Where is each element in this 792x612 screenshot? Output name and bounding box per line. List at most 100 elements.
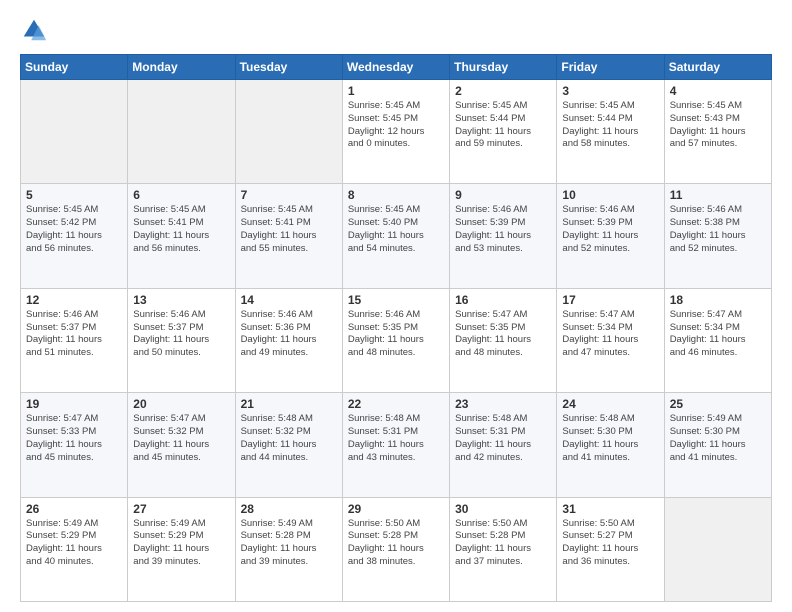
header-cell: Saturday	[664, 55, 771, 80]
day-info: Sunrise: 5:49 AM Sunset: 5:29 PM Dayligh…	[133, 518, 229, 569]
calendar-row: 12 Sunrise: 5:46 AM Sunset: 5:37 PM Dayli…	[21, 288, 772, 392]
day-number: 7	[241, 188, 337, 202]
calendar-cell: 20 Sunrise: 5:47 AM Sunset: 5:32 PM Dayli…	[128, 393, 235, 497]
day-info: Sunrise: 5:47 AM Sunset: 5:34 PM Dayligh…	[670, 309, 766, 360]
day-number: 5	[26, 188, 122, 202]
day-info: Sunrise: 5:47 AM Sunset: 5:34 PM Dayligh…	[562, 309, 658, 360]
header-row: SundayMondayTuesdayWednesdayThursdayFrid…	[21, 55, 772, 80]
header	[20, 16, 772, 44]
day-info: Sunrise: 5:45 AM Sunset: 5:40 PM Dayligh…	[348, 204, 444, 255]
day-number: 21	[241, 397, 337, 411]
day-info: Sunrise: 5:46 AM Sunset: 5:38 PM Dayligh…	[670, 204, 766, 255]
calendar-cell: 3 Sunrise: 5:45 AM Sunset: 5:44 PM Daylig…	[557, 80, 664, 184]
calendar-cell: 24 Sunrise: 5:48 AM Sunset: 5:30 PM Dayli…	[557, 393, 664, 497]
header-cell: Monday	[128, 55, 235, 80]
calendar-cell: 1 Sunrise: 5:45 AM Sunset: 5:45 PM Daylig…	[342, 80, 449, 184]
day-number: 10	[562, 188, 658, 202]
calendar-cell	[128, 80, 235, 184]
page: SundayMondayTuesdayWednesdayThursdayFrid…	[0, 0, 792, 612]
calendar-cell: 25 Sunrise: 5:49 AM Sunset: 5:30 PM Dayli…	[664, 393, 771, 497]
calendar-cell: 8 Sunrise: 5:45 AM Sunset: 5:40 PM Daylig…	[342, 184, 449, 288]
day-info: Sunrise: 5:45 AM Sunset: 5:45 PM Dayligh…	[348, 100, 444, 151]
calendar-cell: 11 Sunrise: 5:46 AM Sunset: 5:38 PM Dayli…	[664, 184, 771, 288]
day-info: Sunrise: 5:47 AM Sunset: 5:32 PM Dayligh…	[133, 413, 229, 464]
calendar-cell: 19Sunrise: 5:47 AM Sunset: 5:33 PM Dayli…	[21, 393, 128, 497]
day-info: Sunrise: 5:46 AM Sunset: 5:37 PM Dayligh…	[26, 309, 122, 360]
header-cell: Thursday	[450, 55, 557, 80]
day-info: Sunrise: 5:45 AM Sunset: 5:42 PM Dayligh…	[26, 204, 122, 255]
day-number: 17	[562, 293, 658, 307]
day-info: Sunrise: 5:46 AM Sunset: 5:35 PM Dayligh…	[348, 309, 444, 360]
day-info: Sunrise: 5:45 AM Sunset: 5:41 PM Dayligh…	[133, 204, 229, 255]
calendar-cell: 30 Sunrise: 5:50 AM Sunset: 5:28 PM Dayli…	[450, 497, 557, 601]
calendar-cell	[21, 80, 128, 184]
day-number: 20	[133, 397, 229, 411]
day-number: 13	[133, 293, 229, 307]
day-number: 18	[670, 293, 766, 307]
day-info: Sunrise: 5:48 AM Sunset: 5:31 PM Dayligh…	[455, 413, 551, 464]
day-number: 30	[455, 502, 551, 516]
day-info: Sunrise: 5:49 AM Sunset: 5:30 PM Dayligh…	[670, 413, 766, 464]
calendar-cell: 27 Sunrise: 5:49 AM Sunset: 5:29 PM Dayli…	[128, 497, 235, 601]
day-number: 19	[26, 397, 122, 411]
calendar-row: 19Sunrise: 5:47 AM Sunset: 5:33 PM Dayli…	[21, 393, 772, 497]
calendar-cell	[235, 80, 342, 184]
calendar-cell: 15 Sunrise: 5:46 AM Sunset: 5:35 PM Dayli…	[342, 288, 449, 392]
day-info: Sunrise: 5:48 AM Sunset: 5:30 PM Dayligh…	[562, 413, 658, 464]
calendar-cell: 14Sunrise: 5:46 AM Sunset: 5:36 PM Dayli…	[235, 288, 342, 392]
logo-icon	[20, 16, 48, 44]
calendar-cell: 4Sunrise: 5:45 AM Sunset: 5:43 PM Daylig…	[664, 80, 771, 184]
day-number: 29	[348, 502, 444, 516]
calendar-cell: 12 Sunrise: 5:46 AM Sunset: 5:37 PM Dayli…	[21, 288, 128, 392]
calendar-cell: 13 Sunrise: 5:46 AM Sunset: 5:37 PM Dayli…	[128, 288, 235, 392]
calendar-row: 5 Sunrise: 5:45 AM Sunset: 5:42 PM Daylig…	[21, 184, 772, 288]
calendar-cell	[664, 497, 771, 601]
day-info: Sunrise: 5:49 AM Sunset: 5:29 PM Dayligh…	[26, 518, 122, 569]
day-info: Sunrise: 5:46 AM Sunset: 5:37 PM Dayligh…	[133, 309, 229, 360]
day-info: Sunrise: 5:48 AM Sunset: 5:31 PM Dayligh…	[348, 413, 444, 464]
day-info: Sunrise: 5:48 AM Sunset: 5:32 PM Dayligh…	[241, 413, 337, 464]
day-number: 28	[241, 502, 337, 516]
day-number: 25	[670, 397, 766, 411]
day-number: 3	[562, 84, 658, 98]
calendar-table: SundayMondayTuesdayWednesdayThursdayFrid…	[20, 54, 772, 602]
day-info: Sunrise: 5:50 AM Sunset: 5:28 PM Dayligh…	[348, 518, 444, 569]
day-number: 22	[348, 397, 444, 411]
day-info: Sunrise: 5:49 AM Sunset: 5:28 PM Dayligh…	[241, 518, 337, 569]
day-info: Sunrise: 5:50 AM Sunset: 5:27 PM Dayligh…	[562, 518, 658, 569]
calendar-cell: 23Sunrise: 5:48 AM Sunset: 5:31 PM Dayli…	[450, 393, 557, 497]
day-number: 11	[670, 188, 766, 202]
day-number: 27	[133, 502, 229, 516]
calendar-cell: 2Sunrise: 5:45 AM Sunset: 5:44 PM Daylig…	[450, 80, 557, 184]
day-info: Sunrise: 5:47 AM Sunset: 5:35 PM Dayligh…	[455, 309, 551, 360]
calendar-cell: 17 Sunrise: 5:47 AM Sunset: 5:34 PM Dayli…	[557, 288, 664, 392]
calendar-cell: 9 Sunrise: 5:46 AM Sunset: 5:39 PM Daylig…	[450, 184, 557, 288]
day-number: 16	[455, 293, 551, 307]
calendar-row: 1 Sunrise: 5:45 AM Sunset: 5:45 PM Daylig…	[21, 80, 772, 184]
day-info: Sunrise: 5:45 AM Sunset: 5:41 PM Dayligh…	[241, 204, 337, 255]
day-info: Sunrise: 5:46 AM Sunset: 5:39 PM Dayligh…	[455, 204, 551, 255]
calendar-cell: 22 Sunrise: 5:48 AM Sunset: 5:31 PM Dayli…	[342, 393, 449, 497]
day-number: 12	[26, 293, 122, 307]
day-number: 4	[670, 84, 766, 98]
day-number: 24	[562, 397, 658, 411]
calendar-cell: 29 Sunrise: 5:50 AM Sunset: 5:28 PM Dayli…	[342, 497, 449, 601]
day-info: Sunrise: 5:50 AM Sunset: 5:28 PM Dayligh…	[455, 518, 551, 569]
logo	[20, 16, 52, 44]
header-cell: Sunday	[21, 55, 128, 80]
calendar-row: 26 Sunrise: 5:49 AM Sunset: 5:29 PM Dayli…	[21, 497, 772, 601]
day-number: 9	[455, 188, 551, 202]
day-number: 8	[348, 188, 444, 202]
day-number: 1	[348, 84, 444, 98]
calendar-cell: 16 Sunrise: 5:47 AM Sunset: 5:35 PM Dayli…	[450, 288, 557, 392]
day-info: Sunrise: 5:45 AM Sunset: 5:44 PM Dayligh…	[562, 100, 658, 151]
day-number: 26	[26, 502, 122, 516]
day-info: Sunrise: 5:46 AM Sunset: 5:39 PM Dayligh…	[562, 204, 658, 255]
header-cell: Wednesday	[342, 55, 449, 80]
calendar-cell: 31Sunrise: 5:50 AM Sunset: 5:27 PM Dayli…	[557, 497, 664, 601]
calendar-cell: 6Sunrise: 5:45 AM Sunset: 5:41 PM Daylig…	[128, 184, 235, 288]
calendar-cell: 5 Sunrise: 5:45 AM Sunset: 5:42 PM Daylig…	[21, 184, 128, 288]
day-number: 15	[348, 293, 444, 307]
calendar-cell: 28 Sunrise: 5:49 AM Sunset: 5:28 PM Dayli…	[235, 497, 342, 601]
calendar-cell: 18 Sunrise: 5:47 AM Sunset: 5:34 PM Dayli…	[664, 288, 771, 392]
